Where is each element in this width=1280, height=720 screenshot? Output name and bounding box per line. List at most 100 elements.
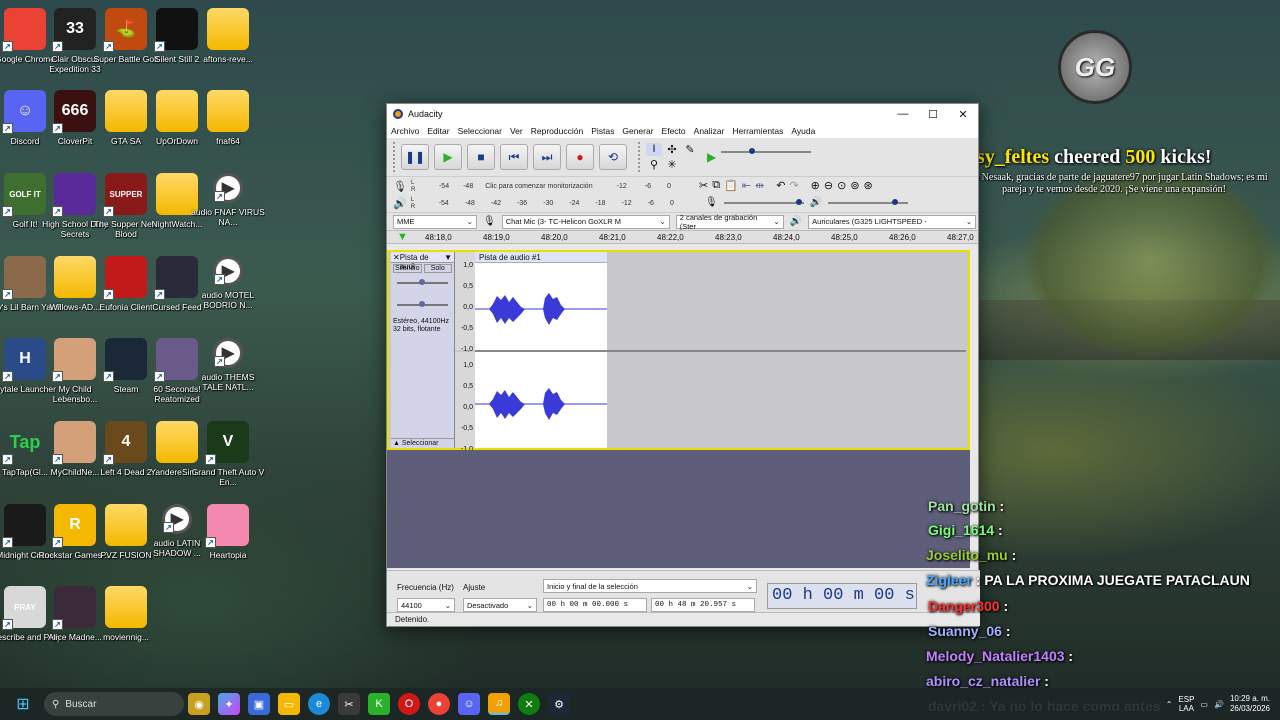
redo-icon[interactable]: ↷ xyxy=(789,179,798,192)
stop-button[interactable]: ■ xyxy=(467,144,495,170)
trim-icon[interactable]: ⇤ xyxy=(742,179,751,192)
project-rate-select[interactable]: 44100 ⌄ xyxy=(397,598,455,612)
record-meter[interactable]: 🎙 LR -54 -48 Clic para comenzar monitori… xyxy=(393,178,671,195)
menu-item[interactable]: Analizar xyxy=(694,126,725,136)
fit-selection-icon[interactable]: ⊙ xyxy=(837,179,846,192)
desktop-icon[interactable]: aftons-reve... xyxy=(190,8,266,88)
steam-taskbar-icon[interactable]: ⚙ xyxy=(548,693,570,715)
pause-button[interactable]: ❚❚ xyxy=(401,144,429,170)
cut-icon[interactable]: ✂ xyxy=(699,179,708,192)
desktop-icon[interactable]: ↗ Heartopia xyxy=(190,504,266,584)
discord-taskbar-icon[interactable]: ☺ xyxy=(458,693,480,715)
copilot-icon[interactable]: ✦ xyxy=(218,693,240,715)
zoom-out-icon[interactable]: ⊖ xyxy=(824,179,833,192)
desktop-icon[interactable]: moviennig... xyxy=(88,586,164,666)
zoom-in-icon[interactable]: ⊕ xyxy=(811,179,820,192)
recording-device-select[interactable]: Chat Mic (3- TC-Helicon GoXLR M ⌄ xyxy=(501,214,670,229)
maximize-button[interactable]: ☐ xyxy=(918,108,948,121)
tray-chevron-icon[interactable]: ⌃ xyxy=(1166,700,1173,709)
channels-select[interactable]: 2 canales de grabación (Ster ⌄ xyxy=(675,213,784,231)
play-button[interactable]: ▶ xyxy=(434,144,462,170)
opera-icon[interactable]: O xyxy=(398,693,420,715)
desktop-icon[interactable]: fnaf64 xyxy=(190,90,266,170)
playback-volume-slider[interactable] xyxy=(828,198,909,205)
play-meter[interactable]: 🔊 LR -54 -48 -42 -36 -30 -24 -18 -12 -6 0 xyxy=(393,195,674,212)
terminal-icon[interactable]: K xyxy=(368,693,390,715)
track-menu-icon[interactable]: ▼ xyxy=(444,253,452,262)
envelope-tool-icon[interactable]: ✣ xyxy=(664,143,680,156)
track-control-panel[interactable]: ✕ Pista de audi ▼ Silencio Solo Estéreo,… xyxy=(391,252,455,448)
zoom-toggle-icon[interactable]: ⊛ xyxy=(864,179,873,192)
snipping-icon[interactable]: ✂ xyxy=(338,693,360,715)
select-track-button[interactable]: ▲ Seleccionar xyxy=(391,438,454,448)
fit-project-icon[interactable]: ⊚ xyxy=(850,179,859,192)
clock[interactable]: 10:29 a. m. 26/03/2026 xyxy=(1230,694,1270,714)
playback-device-select[interactable]: Auriculares (G325 LIGHTSPEED - ⌄ xyxy=(808,214,977,229)
start-button[interactable]: ⊞ xyxy=(12,693,34,715)
timeline-arrow-icon[interactable]: ▼ xyxy=(397,231,408,243)
multi-tool-icon[interactable]: ✳ xyxy=(664,158,680,171)
taskbar-search[interactable]: ⚲ Buscar xyxy=(44,692,184,716)
desktop-icon[interactable]: V ↗ Grand Theft Auto V En... xyxy=(190,421,266,501)
desktop-icon[interactable]: ▶ ↗ audio MOTEL BODRIO N... xyxy=(190,256,266,336)
menu-item[interactable]: Editar xyxy=(427,126,449,136)
skip-start-button[interactable]: ⏮ xyxy=(500,144,528,170)
close-button[interactable]: ✕ xyxy=(948,108,978,121)
file-explorer-icon[interactable]: ▭ xyxy=(278,693,300,715)
edge-icon[interactable]: e xyxy=(308,693,330,715)
minimize-button[interactable]: — xyxy=(888,108,918,121)
menu-item[interactable]: Pistas xyxy=(591,126,614,136)
draw-tool-icon[interactable]: ✎ xyxy=(682,143,698,156)
menu-item[interactable]: Herramientas xyxy=(732,126,783,136)
paste-icon[interactable]: 📋 xyxy=(724,179,738,192)
audio-host-select[interactable]: MME ⌄ xyxy=(393,214,477,229)
desktop-icon[interactable]: ▶ ↗ audio THEMS TALE NATL... xyxy=(190,338,266,418)
record-button[interactable]: ● xyxy=(566,144,594,170)
store-icon[interactable]: ▣ xyxy=(248,693,270,715)
time-display[interactable]: 00 h 00 m 00 s xyxy=(767,583,917,609)
zoom-tool-icon[interactable]: ⚲ xyxy=(646,158,662,171)
track-close-icon[interactable]: ✕ xyxy=(393,253,400,262)
toolbar-grip-2[interactable] xyxy=(638,142,641,172)
toolbar-grip[interactable] xyxy=(393,142,396,172)
selection-tool-icon[interactable]: I xyxy=(646,143,662,156)
titlebar[interactable]: Audacity — ☐ ✕ xyxy=(387,104,978,124)
track-area[interactable]: ✕ Pista de audi ▼ Silencio Solo Estéreo,… xyxy=(387,250,970,453)
desktop-icon[interactable]: ▶ ↗ audio FNAF VIRUS NA... xyxy=(190,173,266,253)
silence-icon[interactable]: ⇹ xyxy=(755,179,764,192)
selection-mode-select[interactable]: Inicio y final de la selección ⌄ xyxy=(543,579,757,593)
mute-button[interactable]: Silencio xyxy=(393,264,422,273)
timeline-ruler[interactable]: ▼ 48:18,0 48:19,0 48:20,0 48:21,0 48:22,0 48:… xyxy=(387,230,978,244)
widgets-icon[interactable]: ◉ xyxy=(188,693,210,715)
selection-end-field[interactable]: 00 h 48 m 20.957 s xyxy=(651,598,755,612)
menu-item[interactable]: Reproducción xyxy=(531,126,583,136)
solo-button[interactable]: Solo xyxy=(423,264,452,273)
menu-item[interactable]: Seleccionar xyxy=(458,126,502,136)
selection-start-field[interactable]: 00 h 00 m 00.000 s xyxy=(543,598,647,612)
track-name[interactable]: Pista de audi xyxy=(400,253,444,271)
play-speed-slider[interactable] xyxy=(721,148,812,154)
menu-item[interactable]: Ayuda xyxy=(791,126,815,136)
copy-icon[interactable]: ⧉ xyxy=(712,179,720,192)
volume-icon[interactable]: 🔊 xyxy=(1214,700,1224,709)
empty-track-area[interactable] xyxy=(387,450,970,568)
chrome-icon[interactable]: ● xyxy=(428,693,450,715)
undo-icon[interactable]: ↶ xyxy=(776,179,785,192)
menu-item[interactable]: Archivo xyxy=(391,126,419,136)
skip-end-button[interactable]: ⏭ xyxy=(533,144,561,170)
snap-select[interactable]: Desactivado ⌄ xyxy=(463,598,537,612)
monitor-prompt[interactable]: Clic para comenzar monitorización xyxy=(485,183,592,190)
network-icon[interactable]: ▭ xyxy=(1200,700,1208,709)
pan-slider[interactable] xyxy=(397,301,448,307)
language-indicator[interactable]: ESP LAA xyxy=(1178,695,1194,713)
menu-item[interactable]: Ver xyxy=(510,126,523,136)
xbox-icon[interactable]: ✕ xyxy=(518,693,540,715)
menu-item[interactable]: Generar xyxy=(622,126,653,136)
audacity-taskbar-icon[interactable]: ♫ xyxy=(488,693,510,715)
audacity-window[interactable]: Audacity — ☐ ✕ Archivo Editar Seleccionar V… xyxy=(386,103,980,627)
menu-item[interactable]: Efecto xyxy=(662,126,686,136)
play-at-speed-icon[interactable]: ▶ xyxy=(707,150,716,164)
loop-button[interactable]: ⟲ xyxy=(599,144,627,170)
record-volume-slider[interactable] xyxy=(723,198,804,205)
gain-slider[interactable] xyxy=(397,279,448,285)
